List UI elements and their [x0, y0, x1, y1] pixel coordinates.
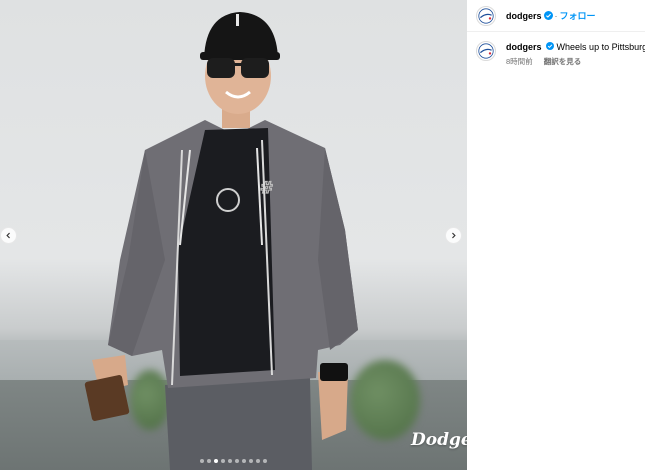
dodgers-logo-icon [478, 43, 494, 59]
carousel-dot [214, 459, 218, 463]
chevron-left-icon [6, 232, 10, 239]
carousel-next-button[interactable] [445, 227, 462, 244]
carousel-dot [207, 459, 211, 463]
caption-avatar[interactable] [476, 41, 496, 61]
carousel-dot [242, 459, 246, 463]
carousel-dot [228, 459, 232, 463]
follow-button[interactable]: フォロー [560, 9, 596, 22]
post-header: dodgers · フォロー [467, 0, 645, 32]
chevron-right-icon [452, 232, 456, 239]
carousel-dot [200, 459, 204, 463]
dodgers-watermark: Dodgers [411, 430, 467, 450]
caption-text: Wheels up to Pittsburgh. [556, 42, 645, 52]
carousel-dot [263, 459, 267, 463]
header-separator: · [554, 10, 558, 21]
header-username-link[interactable]: dodgers [506, 11, 542, 21]
caption-timestamp[interactable]: 8時間前 [506, 57, 533, 66]
carousel-dot [256, 459, 260, 463]
dodgers-logo-icon [478, 7, 494, 24]
carousel-prev-button[interactable] [0, 227, 17, 244]
translate-button[interactable]: 翻訳を見る [544, 57, 582, 66]
avatar[interactable] [476, 5, 496, 26]
post-sidebar: dodgers · フォロー dodgers Wheels up to Pitt… [467, 0, 645, 470]
carousel-dot [249, 459, 253, 463]
verified-badge-icon [546, 42, 555, 50]
verified-badge-icon [543, 11, 553, 20]
caption-username-link[interactable]: dodgers [506, 42, 542, 52]
player-figure: # [84, 12, 358, 470]
carousel-dot [221, 459, 225, 463]
carousel-dot [235, 459, 239, 463]
caption: dodgers Wheels up to Pittsburgh. 8時間前 翻訳… [476, 41, 645, 67]
post-photo[interactable]: # Dodgers [0, 0, 467, 470]
carousel-indicator [0, 459, 467, 463]
svg-text:#: # [260, 178, 273, 197]
